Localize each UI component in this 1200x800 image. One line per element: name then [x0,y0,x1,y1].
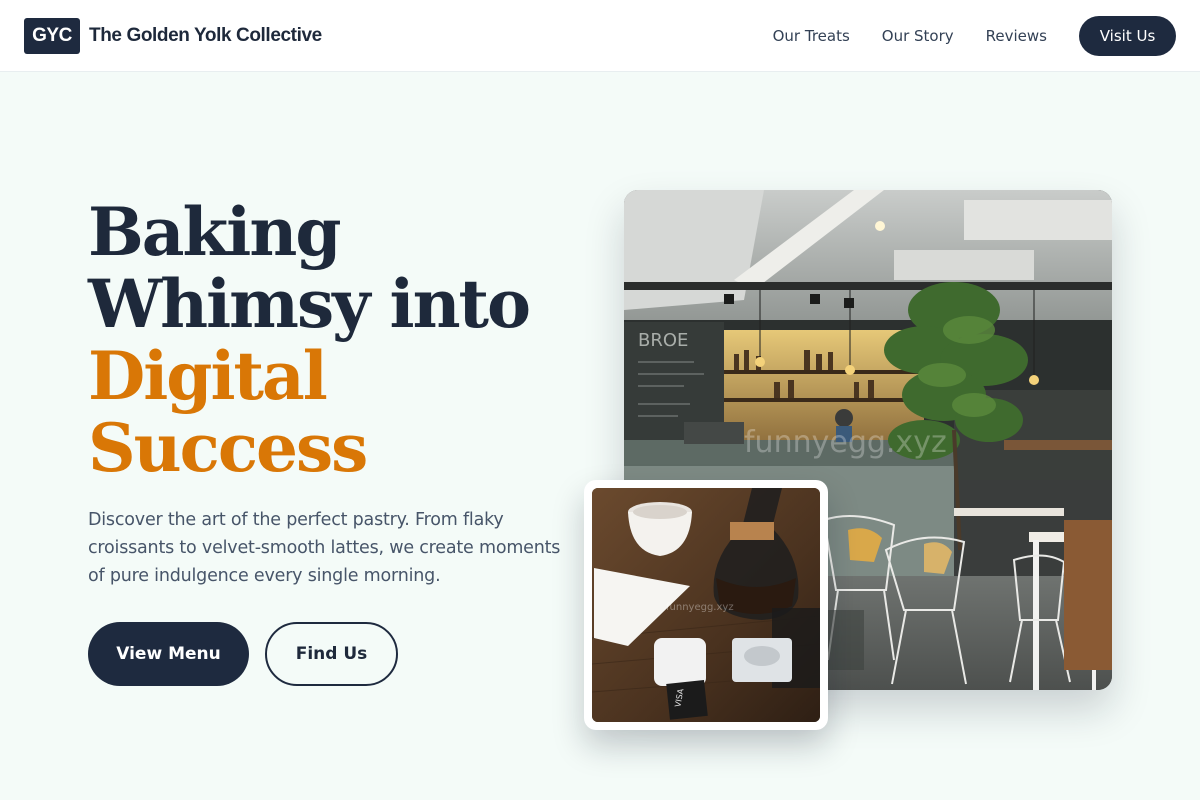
hero-title: Baking Whimsy into Digital Success [88,196,568,484]
hero-title-line-1: Baking [88,193,341,271]
coffee-detail-card: VISA funnyegg.xyz [584,480,828,730]
hero-title-line-2: Whimsy into [88,265,531,343]
nav-link-our-story[interactable]: Our Story [882,27,954,45]
view-menu-button[interactable]: View Menu [88,622,249,686]
coffee-image-watermark: funnyegg.xyz [666,602,734,613]
nav-link-reviews[interactable]: Reviews [986,27,1047,45]
brand[interactable]: GYC The Golden Yolk Collective [24,17,322,54]
nav-link-our-treats[interactable]: Our Treats [773,27,850,45]
visit-us-button[interactable]: Visit Us [1079,15,1176,56]
hero-title-accent-line-1: Digital [88,337,328,415]
coffee-illustration: VISA funnyegg.xyz [592,488,820,722]
brand-name[interactable]: The Golden Yolk Collective [89,25,322,47]
cafe-image-watermark: funnyegg.xyz [744,425,947,460]
hero-title-accent-line-2: Success [88,409,368,487]
hero-description: Discover the art of the perfect pastry. … [88,510,561,586]
find-us-button[interactable]: Find Us [265,622,398,686]
coffee-detail-image: VISA funnyegg.xyz [592,488,820,722]
logo-mark[interactable]: GYC [24,17,80,54]
main-nav: Our Treats Our Story Reviews Visit Us [773,15,1176,56]
site-header: GYC The Golden Yolk Collective Our Treat… [0,0,1200,72]
svg-text:BROE: BROE [638,330,688,351]
